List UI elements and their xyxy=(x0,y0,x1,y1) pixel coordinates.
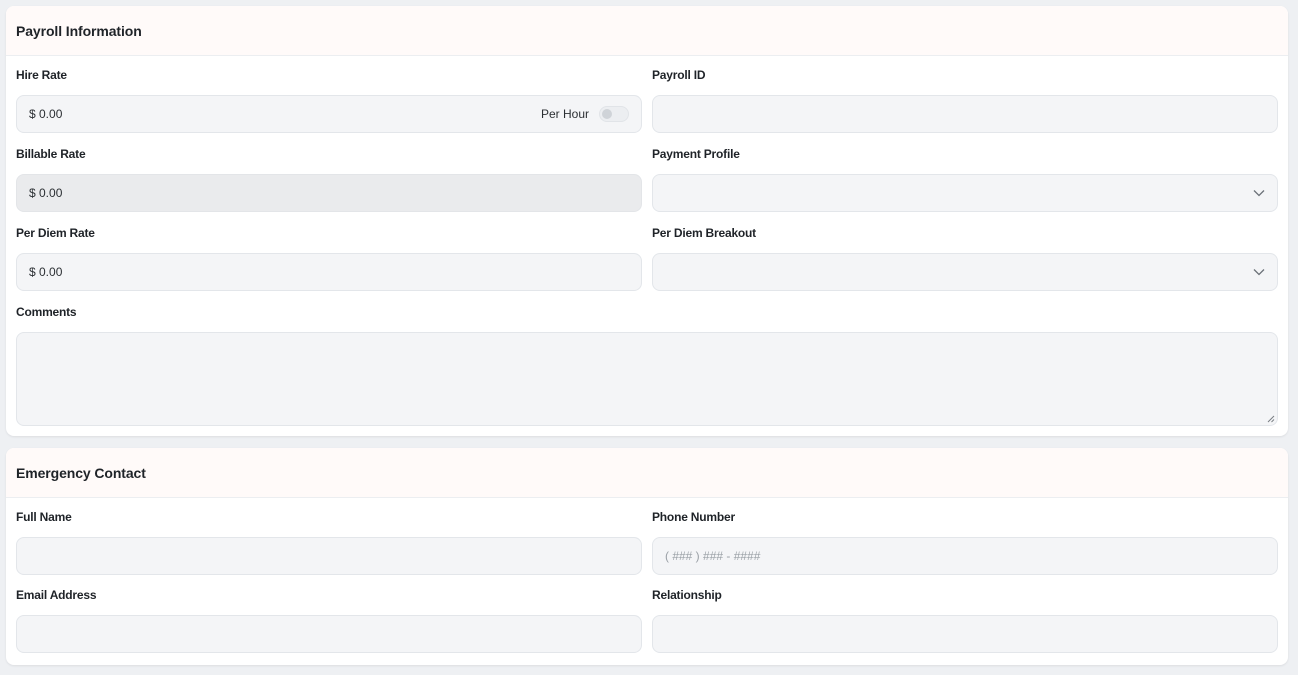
per-diem-breakout-label: Per Diem Breakout xyxy=(652,226,756,240)
email-address-label: Email Address xyxy=(16,588,97,602)
payment-profile-label: Payment Profile xyxy=(652,147,740,161)
phone-number-placeholder: ( ### ) ### - #### xyxy=(665,549,761,563)
chevron-down-icon xyxy=(1253,187,1265,199)
email-address-input[interactable] xyxy=(16,615,642,653)
billable-rate-input: $ 0.00 xyxy=(16,174,642,212)
per-hour-label: Per Hour xyxy=(540,107,589,121)
emergency-section-title: Emergency Contact xyxy=(6,448,1288,498)
hire-rate-label: Hire Rate xyxy=(16,68,67,82)
emergency-contact-card: Emergency Contact Full Name Phone Number… xyxy=(6,448,1288,665)
per-hour-toggle[interactable] xyxy=(599,106,629,122)
per-hour-toggle-group: Per Hour xyxy=(541,106,629,122)
toggle-knob xyxy=(602,109,612,119)
phone-number-input[interactable]: ( ### ) ### - #### xyxy=(652,537,1278,575)
per-diem-rate-input[interactable]: $ 0.00 xyxy=(16,253,642,291)
payment-profile-select[interactable] xyxy=(652,174,1278,212)
payroll-section-title: Payroll Information xyxy=(6,6,1288,56)
relationship-label: Relationship xyxy=(652,588,722,602)
billable-rate-value: $ 0.00 xyxy=(29,186,63,200)
resize-handle-icon[interactable] xyxy=(1266,414,1275,423)
hire-rate-value: $ 0.00 xyxy=(29,107,63,121)
per-diem-breakout-select[interactable] xyxy=(652,253,1278,291)
payroll-information-card: Payroll Information Hire Rate $ 0.00 Per… xyxy=(6,6,1288,436)
per-diem-rate-label: Per Diem Rate xyxy=(16,226,95,240)
full-name-input[interactable] xyxy=(16,537,642,575)
full-name-label: Full Name xyxy=(16,510,72,524)
per-diem-rate-value: $ 0.00 xyxy=(29,265,63,279)
billable-rate-label: Billable Rate xyxy=(16,147,86,161)
phone-number-label: Phone Number xyxy=(652,510,735,524)
hire-rate-input[interactable]: $ 0.00 Per Hour xyxy=(16,95,642,133)
relationship-input[interactable] xyxy=(652,615,1278,653)
comments-textarea[interactable] xyxy=(16,332,1278,426)
payroll-id-label: Payroll ID xyxy=(652,68,706,82)
payroll-id-input[interactable] xyxy=(652,95,1278,133)
comments-label: Comments xyxy=(16,305,77,319)
chevron-down-icon xyxy=(1253,266,1265,278)
